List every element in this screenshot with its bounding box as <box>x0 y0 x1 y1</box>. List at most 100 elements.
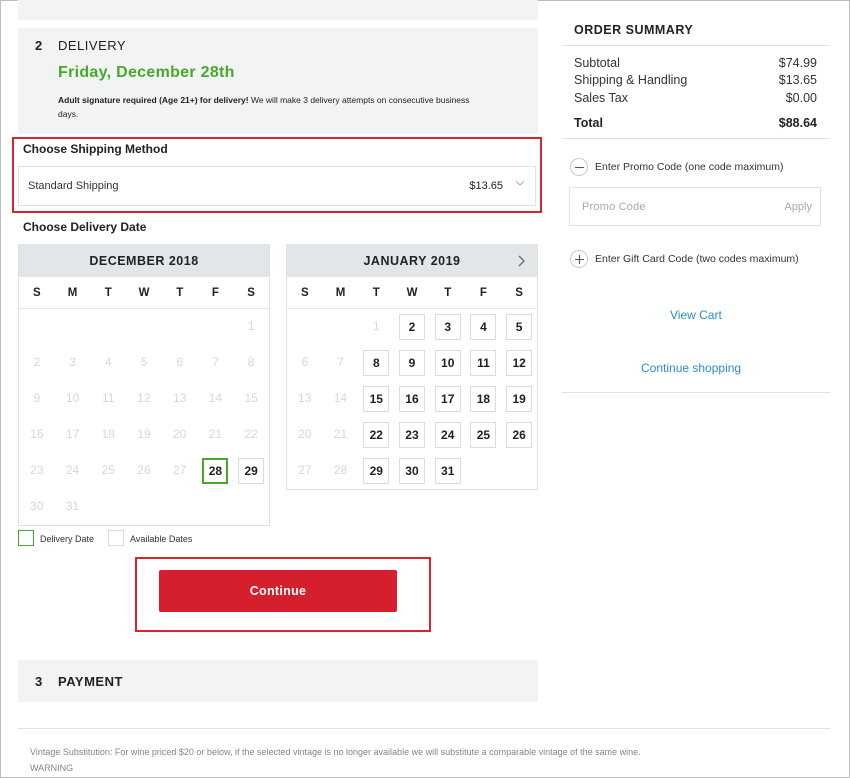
calendar-day-number: 1 <box>247 319 255 333</box>
calendar-day-unavailable: 8 <box>233 345 269 381</box>
minus-icon <box>570 158 588 176</box>
calendar-day-unavailable: 6 <box>162 345 198 381</box>
calendar-day-number: 16 <box>30 427 44 441</box>
calendar-day-number: 29 <box>363 458 390 484</box>
legend-delivery-date: Delivery Date <box>40 534 95 544</box>
promo-code-input[interactable]: Promo Code Apply <box>569 187 821 226</box>
weekday-label: S <box>301 287 309 299</box>
calendar-days: 1 2 3 4 5 6 7 8 9 10 11 12 13 14 15 16 17 18 19 20 21 22 23 24 2… <box>19 309 269 525</box>
weekday-label: T <box>444 287 452 299</box>
promo-code-placeholder: Promo Code <box>582 201 646 213</box>
calendar-day-available[interactable]: 3 <box>430 309 466 345</box>
calendar-day-number: 5 <box>506 314 533 340</box>
signature-note-bold: Adult signature required (Age 21+) for d… <box>58 95 249 105</box>
calendar-day-unavailable: 30 <box>19 489 55 525</box>
calendar-day-available[interactable]: 10 <box>430 345 466 381</box>
calendar-day-number: 6 <box>176 355 184 369</box>
calendar-empty-cell <box>126 309 162 345</box>
shipping-method-select[interactable]: Standard Shipping $13.65 <box>18 166 536 206</box>
calendar-day-number: 29 <box>238 458 265 484</box>
calendar-day-unavailable: 23 <box>19 453 55 489</box>
calendar-day-number: 4 <box>470 314 497 340</box>
calendar-day-available[interactable]: 9 <box>394 345 430 381</box>
calendar-day-number: 23 <box>30 463 44 477</box>
chevron-down-icon <box>515 180 525 186</box>
calendar-day-selected[interactable]: 28 <box>198 453 234 489</box>
warning-heading: WARNING <box>30 763 74 773</box>
calendar-day-number: 8 <box>363 350 390 376</box>
calendar-day-available[interactable]: 11 <box>466 345 502 381</box>
calendar-day-number: 21 <box>208 427 223 441</box>
calendar-day-unavailable: 15 <box>233 381 269 417</box>
weekday-label: W <box>406 287 418 299</box>
weekday-label: S <box>33 287 41 299</box>
calendar-day-number: 30 <box>398 458 425 484</box>
calendar-day-number: 23 <box>398 422 425 448</box>
payment-step-panel[interactable]: 3 PAYMENT <box>18 660 538 702</box>
total-value: $88.64 <box>778 116 817 130</box>
calendar-day-available[interactable]: 12 <box>501 345 537 381</box>
shipping-label: Shipping & Handling <box>574 73 688 87</box>
chevron-right-icon[interactable] <box>515 254 527 268</box>
weekday-label: F <box>211 287 219 299</box>
calendar-day-available[interactable]: 16 <box>394 381 430 417</box>
calendar-day-available[interactable]: 29 <box>233 453 269 489</box>
calendar-day-number: 9 <box>33 391 41 405</box>
calendar-day-number: 18 <box>101 427 115 441</box>
plus-icon <box>570 250 588 268</box>
calendar-day-number: 4 <box>104 355 112 369</box>
calendar-day-number: 25 <box>101 463 115 477</box>
calendar-day-available[interactable]: 18 <box>466 381 502 417</box>
calendar-day-available[interactable]: 26 <box>501 417 537 453</box>
calendar-day-available[interactable]: 22 <box>358 417 394 453</box>
calendar-day-available[interactable]: 19 <box>501 381 537 417</box>
calendar-day-available[interactable]: 25 <box>466 417 502 453</box>
calendar-day-available[interactable]: 2 <box>394 309 430 345</box>
shipping-method-label: Choose Shipping Method <box>23 142 168 156</box>
calendar-day-available[interactable]: 23 <box>394 417 430 453</box>
weekday-label: M <box>67 287 78 299</box>
subtotal-value: $74.99 <box>778 56 817 70</box>
calendar-day-available[interactable]: 30 <box>394 453 430 489</box>
subtotal-row: Subtotal $74.99 <box>574 56 817 70</box>
calendar-day-unavailable: 7 <box>323 345 359 381</box>
calendar-day-unavailable: 25 <box>90 453 126 489</box>
gift-card-toggle-label: Enter Gift Card Code (two codes maximum) <box>595 253 799 265</box>
continue-button[interactable]: Continue <box>159 570 397 612</box>
calendar-day-available[interactable]: 24 <box>430 417 466 453</box>
calendar-day-number: 2 <box>33 355 41 369</box>
calendar-day-available[interactable]: 29 <box>358 453 394 489</box>
weekday-label: M <box>335 287 346 299</box>
sales-tax-row: Sales Tax $0.00 <box>574 91 817 105</box>
weekday-label: W <box>138 287 150 299</box>
calendar-day-available[interactable]: 5 <box>501 309 537 345</box>
calendar-day-number: 15 <box>244 391 258 405</box>
calendar-day-available[interactable]: 17 <box>430 381 466 417</box>
calendar-day-number: 12 <box>137 391 151 405</box>
calendar-day-unavailable: 20 <box>162 417 198 453</box>
sales-tax-label: Sales Tax <box>574 91 628 105</box>
total-label: Total <box>574 116 603 130</box>
calendar-day-number: 6 <box>301 355 309 369</box>
continue-shopping-link[interactable]: Continue shopping <box>641 361 741 375</box>
calendar-day-number: 3 <box>434 314 461 340</box>
calendar-day-available[interactable]: 8 <box>358 345 394 381</box>
weekday-label: T <box>176 287 184 299</box>
step-title: DELIVERY <box>58 38 127 53</box>
calendar-day-available[interactable]: 4 <box>466 309 502 345</box>
calendar-empty-cell <box>323 309 359 345</box>
calendar-day-number: 21 <box>333 427 348 441</box>
view-cart-link[interactable]: View Cart <box>670 308 722 322</box>
weekday-label: S <box>247 287 255 299</box>
apply-button[interactable]: Apply <box>784 201 812 213</box>
calendar-day-unavailable: 27 <box>287 453 323 489</box>
promo-code-toggle-label: Enter Promo Code (one code maximum) <box>595 161 784 173</box>
calendar-day-number: 31 <box>65 499 80 513</box>
summary-divider <box>562 45 830 46</box>
calendar-day-number: 27 <box>173 463 187 477</box>
calendar-day-number: 7 <box>212 355 219 369</box>
calendar-day-number: 10 <box>434 350 461 376</box>
calendar-day-available[interactable]: 15 <box>358 381 394 417</box>
calendar-day-available[interactable]: 31 <box>430 453 466 489</box>
footer-notes: Vintage Substitution: For wine priced $2… <box>30 744 641 776</box>
